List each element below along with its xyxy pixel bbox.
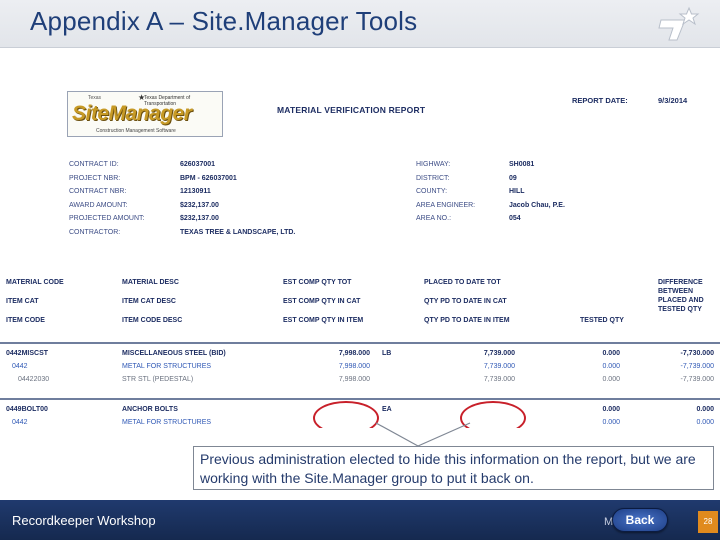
sitemanager-logo: Texas ★ Texas Department of Transportati…	[67, 91, 223, 137]
back-button[interactable]: Back	[612, 508, 668, 532]
col-est-comp-qty: EST COMP QTY TOT EST COMP QTY IN CAT EST…	[283, 279, 364, 324]
page-number: 28	[698, 511, 718, 533]
right-field-labels: HIGHWAY: DISTRICT: COUNTY: AREA ENGINEER…	[416, 161, 476, 222]
report-date-label: REPORT DATE:	[572, 96, 628, 105]
slide-header: Appendix A – Site.Manager Tools	[0, 0, 720, 48]
hidden-est-qty-highlight	[313, 401, 379, 428]
hidden-placed-qty-highlight	[460, 401, 526, 428]
callout-note: Previous administration elected to hide …	[193, 446, 714, 490]
table-divider	[0, 342, 720, 344]
col-tested-qty: TESTED QTY	[580, 317, 624, 324]
col-material-desc: MATERIAL DESC ITEM CAT DESC ITEM CODE DE…	[122, 279, 183, 324]
left-field-values: 626037001 BPM - 626037001 12130911 $232,…	[180, 161, 296, 236]
txdot-star-logo-icon	[658, 6, 700, 41]
slide-title: Appendix A – Site.Manager Tools	[30, 6, 418, 36]
col-material-code: MATERIAL CODE ITEM CAT ITEM CODE	[6, 279, 64, 324]
col-difference: DIFFERENCE BETWEEN PLACED AND TESTED QTY	[658, 279, 704, 313]
left-field-labels: CONTRACT ID: PROJECT NBR: CONTRACT NBR: …	[69, 161, 145, 236]
right-field-values: SH0081 09 HILL Jacob Chau, P.E. 054	[509, 161, 565, 222]
report-date-value: 9/3/2014	[658, 96, 688, 105]
table-divider	[0, 398, 720, 400]
report-title: MATERIAL VERIFICATION REPORT	[277, 105, 426, 115]
col-placed-to-date: PLACED TO DATE TOT QTY PD TO DATE IN CAT…	[424, 279, 510, 324]
report-image: Texas ★ Texas Department of Transportati…	[0, 80, 720, 428]
footer-title: Recordkeeper Workshop	[12, 513, 156, 528]
